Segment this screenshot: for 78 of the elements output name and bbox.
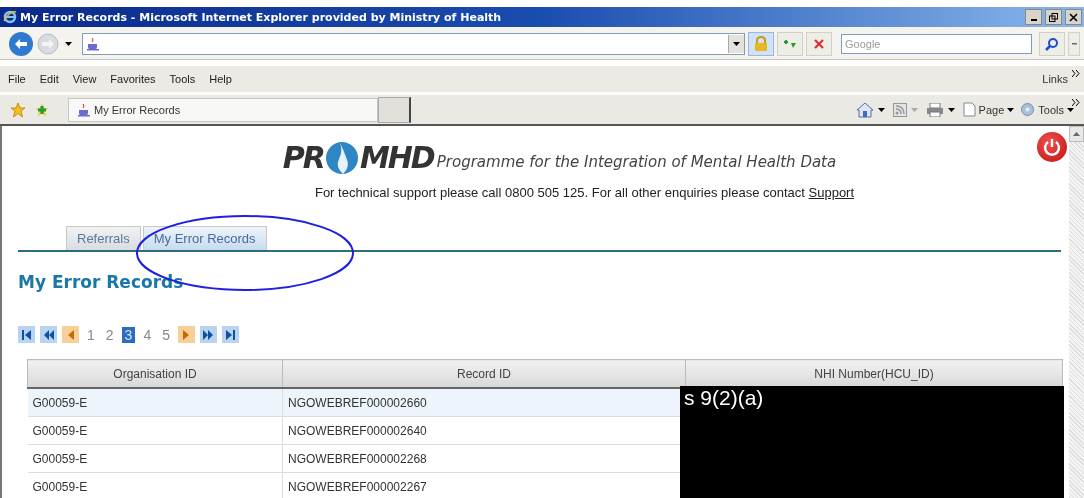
chevron-icon[interactable] xyxy=(1072,70,1080,77)
caret-icon xyxy=(1067,107,1074,112)
first-page-button[interactable] xyxy=(18,326,35,343)
minimize-button[interactable] xyxy=(1025,9,1042,25)
caret-icon xyxy=(1073,132,1080,136)
menu-item[interactable]: View xyxy=(72,73,97,85)
page-number[interactable]: 3 xyxy=(121,326,136,343)
last-page-button[interactable] xyxy=(222,326,239,343)
add-favorite-icon[interactable] xyxy=(34,101,50,118)
close-icon xyxy=(813,38,825,50)
caret-icon xyxy=(1007,107,1015,112)
page-number[interactable]: 2 xyxy=(102,326,117,343)
logo: PR MHDProgramme for the Integration of Mental Health Data xyxy=(282,140,837,175)
address-dropdown-button[interactable] xyxy=(728,35,744,53)
menu-item[interactable]: Edit xyxy=(39,73,59,85)
search-field[interactable]: Google xyxy=(841,34,1032,54)
search-button[interactable] xyxy=(1039,32,1065,56)
menu-item[interactable]: File xyxy=(8,73,26,85)
cup-icon xyxy=(86,37,100,51)
home-icon[interactable] xyxy=(855,101,874,118)
caret-icon[interactable] xyxy=(947,107,955,112)
column-header[interactable]: Record ID xyxy=(282,359,686,388)
table-cell: G00059-E xyxy=(27,444,283,473)
previous-page-button[interactable] xyxy=(62,326,79,343)
column-header[interactable]: NHI Number(HCU_ID) xyxy=(685,359,1063,388)
globe-icon xyxy=(324,140,359,175)
scroll-up-button[interactable] xyxy=(1069,126,1084,142)
search-icon xyxy=(1045,37,1059,51)
new-tab-button[interactable] xyxy=(378,96,411,123)
restore-icon xyxy=(1049,12,1058,22)
printer-icon[interactable] xyxy=(925,102,944,117)
power-icon xyxy=(1042,137,1062,157)
caret-icon[interactable] xyxy=(877,107,885,112)
fast-forward-icon xyxy=(201,327,216,342)
back-button[interactable] xyxy=(8,31,34,57)
browser-tab[interactable]: My Error Records xyxy=(68,97,378,122)
restore-button[interactable] xyxy=(1045,9,1062,25)
close-icon xyxy=(1069,12,1078,22)
close-button[interactable] xyxy=(1065,9,1082,25)
toolbar-button[interactable]: Tools xyxy=(1020,102,1074,117)
address-field[interactable] xyxy=(82,33,745,55)
page-heading: My Error Records xyxy=(18,272,185,292)
first-page-icon xyxy=(19,327,34,342)
window-title: My Error Records - Microsoft Internet Explorer provided by Ministry of Health xyxy=(20,10,502,24)
toolbar-button[interactable]: Page xyxy=(962,102,1015,117)
page-number[interactable]: 5 xyxy=(159,326,173,343)
browser-logo-icon xyxy=(3,10,17,24)
links-button[interactable]: Links xyxy=(1042,73,1068,85)
rewind-button[interactable] xyxy=(40,326,57,343)
redaction-label: s 9(2)(a) xyxy=(683,386,765,410)
dash-icon xyxy=(1071,42,1077,46)
chevron-icon[interactable] xyxy=(1072,99,1080,106)
support-text: For technical support please call 0800 505 125. For all other enquiries please contact Support xyxy=(314,185,855,200)
tab[interactable]: My Error Records xyxy=(142,226,267,250)
cup-icon xyxy=(77,102,91,117)
caret-icon xyxy=(733,42,740,46)
table-cell: G00059-E xyxy=(27,416,283,445)
next-page-button[interactable] xyxy=(178,326,195,343)
fast-forward-button[interactable] xyxy=(200,326,217,343)
history-dropdown-icon[interactable] xyxy=(62,42,75,46)
table-cell: G00059-E xyxy=(27,472,283,498)
page-number[interactable]: 4 xyxy=(140,326,155,343)
menu-item[interactable]: Tools xyxy=(169,73,196,85)
table-cell: G00059-E xyxy=(27,388,283,417)
power-button[interactable] xyxy=(1037,132,1067,162)
last-page-icon xyxy=(223,327,238,342)
gear-icon xyxy=(1020,102,1036,117)
menu-item[interactable]: Help xyxy=(209,73,232,85)
tab[interactable]: Referrals xyxy=(66,226,141,250)
page-icon xyxy=(962,102,976,117)
support-link[interactable]: Support xyxy=(808,185,855,200)
star-icon[interactable] xyxy=(10,101,26,118)
scrollbar[interactable] xyxy=(1069,126,1084,498)
refresh-button[interactable] xyxy=(777,32,803,56)
page-number[interactable]: 1 xyxy=(84,326,98,343)
column-header[interactable]: Organisation ID xyxy=(27,359,283,388)
stop-button[interactable] xyxy=(806,32,832,56)
menu-item[interactable]: Favorites xyxy=(110,73,156,85)
